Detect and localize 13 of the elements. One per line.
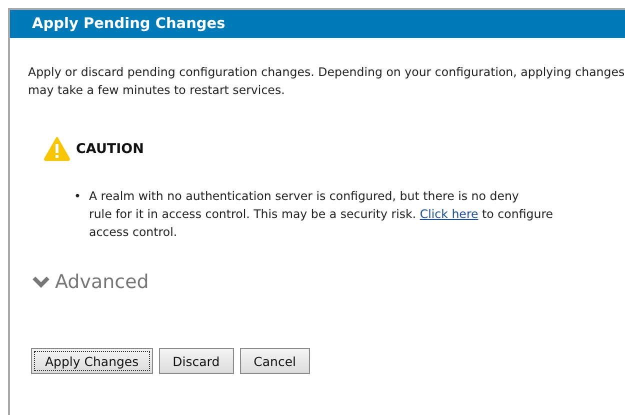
chevron-down-icon xyxy=(32,276,50,288)
caution-message: A realm with no authentication server is configured, but there is no deny rule for it in access control. This may be a security risk. Click here to configure access control. xyxy=(88,188,554,241)
dialog-button[interactable]: Apply Changes xyxy=(31,348,153,374)
description-text: Apply or discard pending configuration changes. Depending on your configuration, applying changes may take a few minutes to restart services. xyxy=(28,64,625,99)
dialog-title: Apply Pending Changes xyxy=(10,10,625,38)
advanced-label: Advanced xyxy=(55,271,149,293)
warning-icon xyxy=(44,137,70,161)
click-here-link[interactable]: Click here xyxy=(420,207,478,221)
dialog-button[interactable]: Discard xyxy=(158,348,234,374)
dialog-button[interactable]: Cancel xyxy=(240,348,310,374)
bullet: • xyxy=(74,188,81,205)
caution-heading: CAUTION xyxy=(76,141,144,157)
advanced-toggle[interactable]: Advanced xyxy=(32,271,149,293)
